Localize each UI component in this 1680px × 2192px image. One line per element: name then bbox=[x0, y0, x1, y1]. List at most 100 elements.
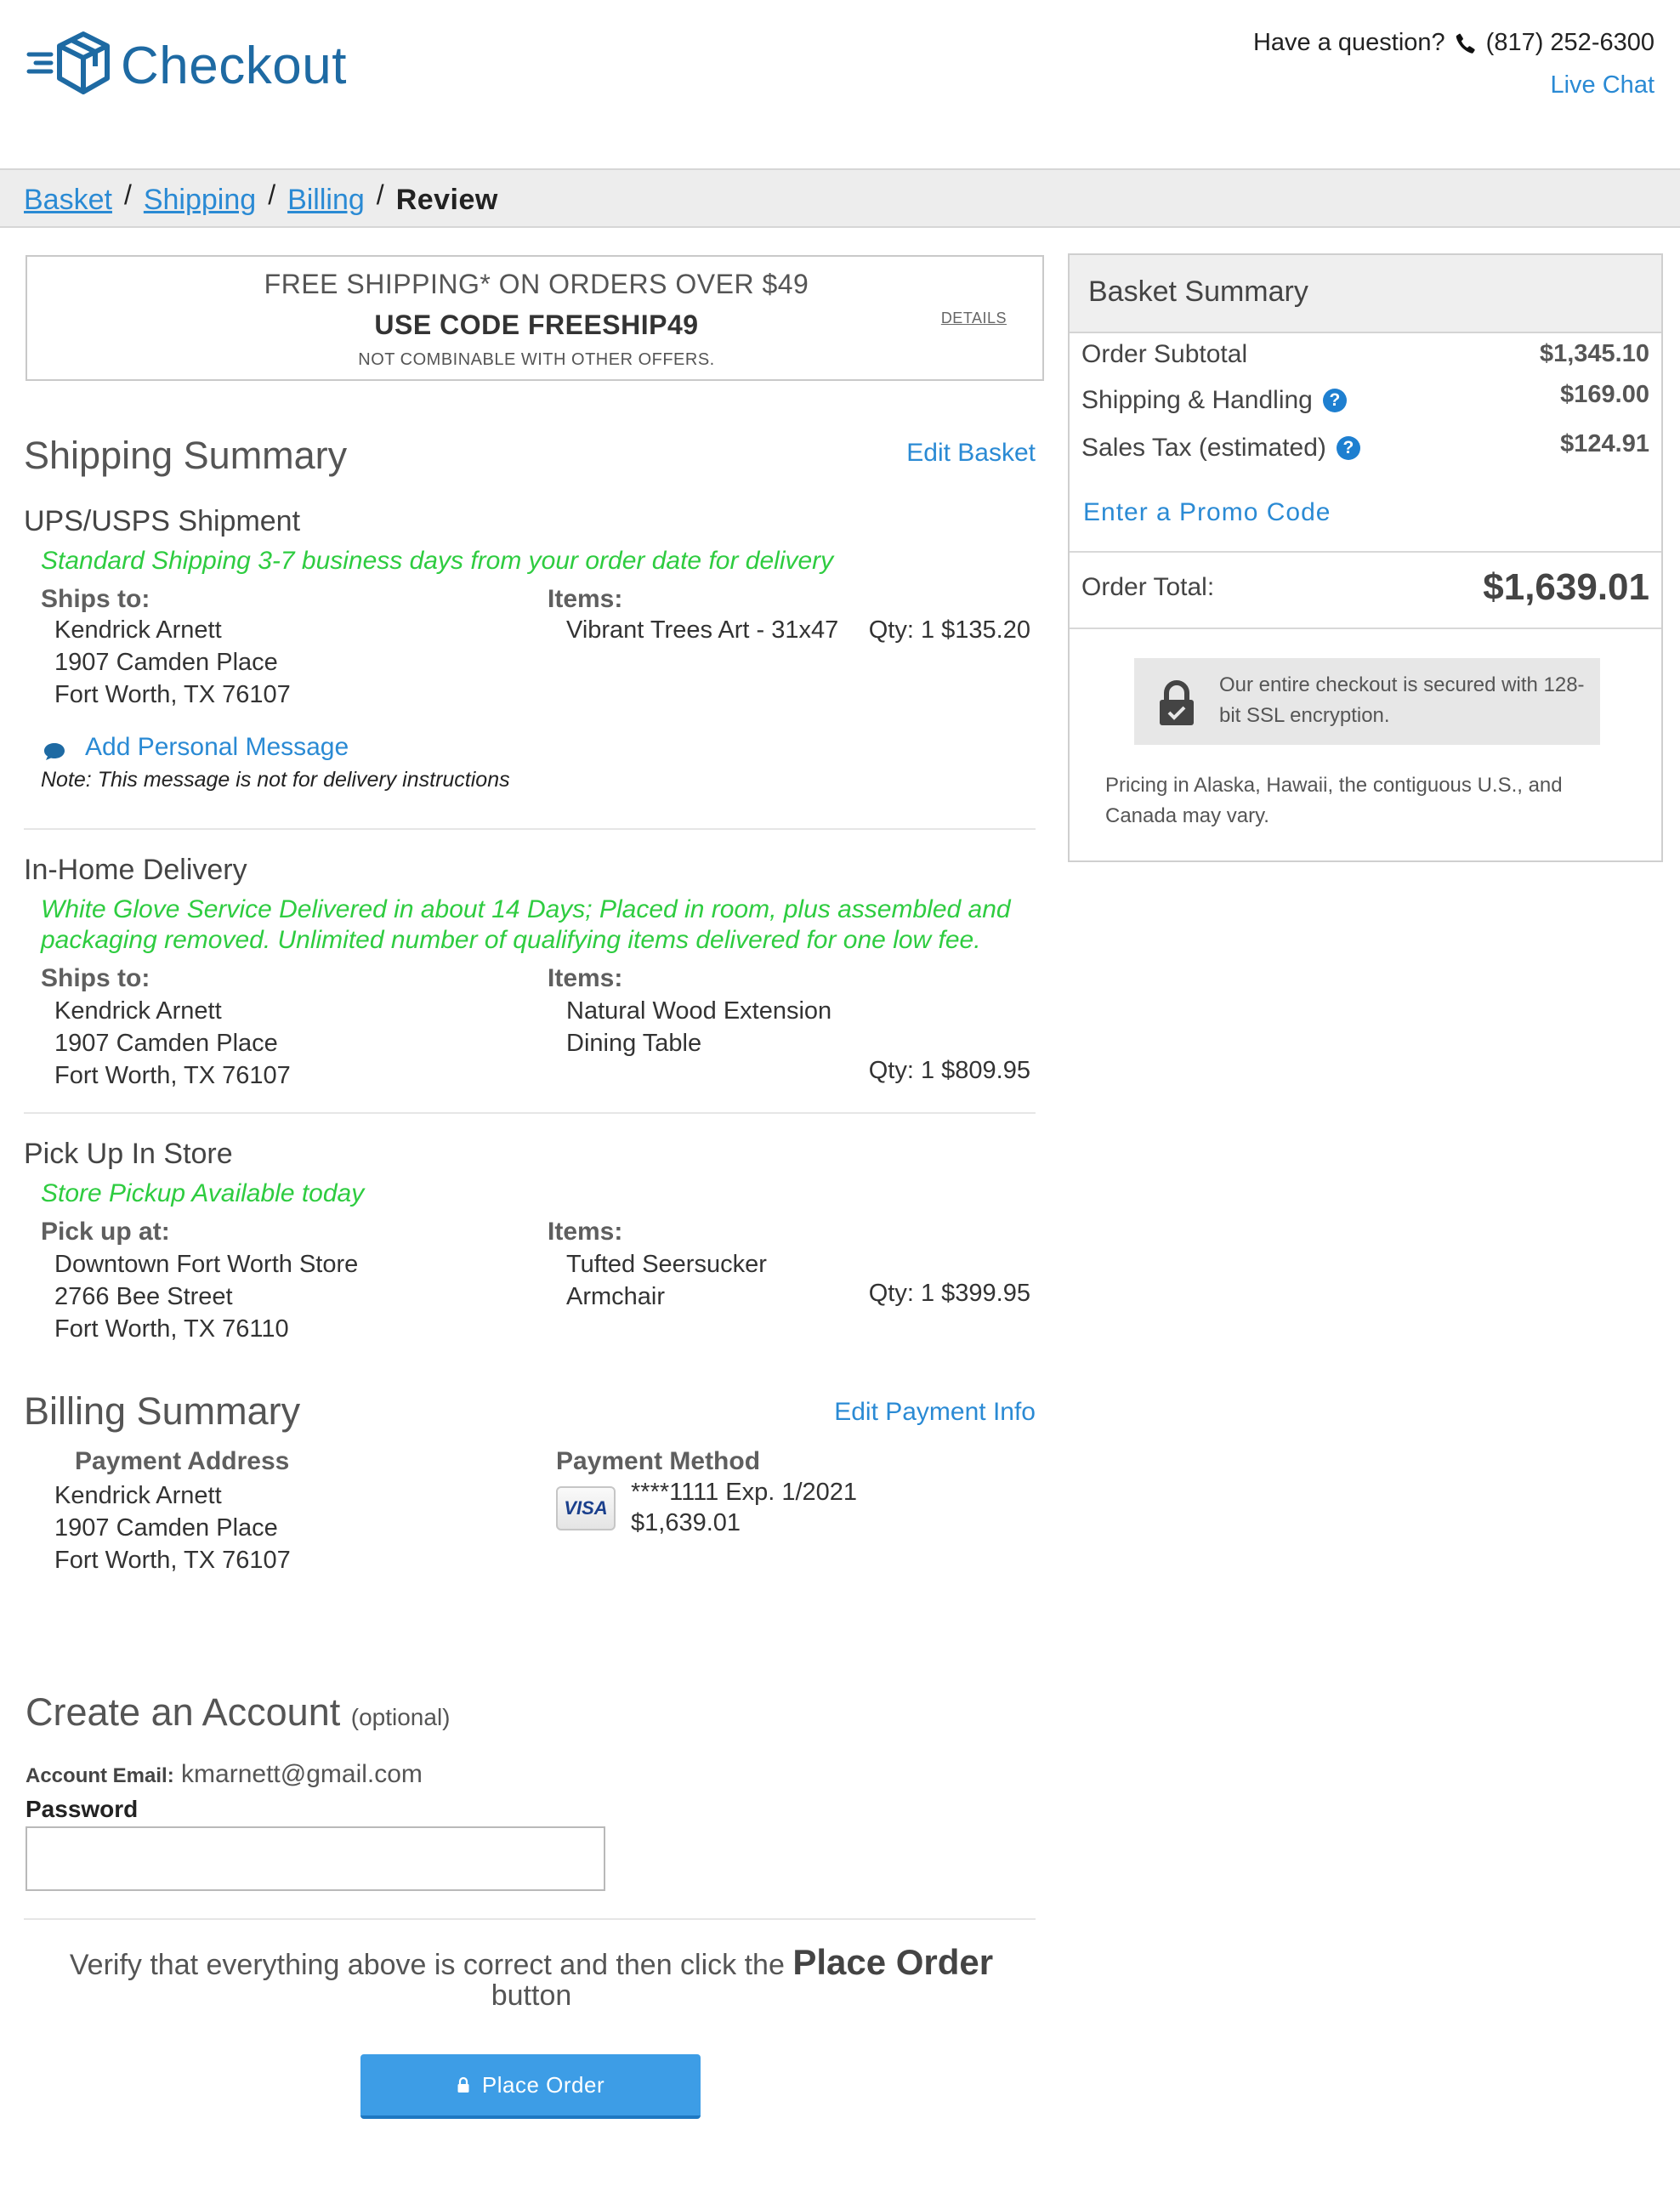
summary-divider bbox=[1070, 551, 1661, 553]
verify-text: Verify that everything above is correct … bbox=[69, 1949, 785, 1981]
ships-to-label: Ships to: bbox=[41, 964, 150, 992]
place-order-button[interactable]: Place Order bbox=[360, 2054, 701, 2119]
payment-amount: $1,639.01 bbox=[631, 1509, 741, 1536]
shipping-method: Store Pickup Available today bbox=[41, 1179, 365, 1207]
store-street: 2766 Bee Street bbox=[54, 1283, 233, 1310]
breadcrumb-shipping[interactable]: Shipping bbox=[144, 184, 256, 217]
basket-summary-title: Basket Summary bbox=[1088, 275, 1308, 308]
help-phone: Have a question? (817) 252-6300 bbox=[1253, 29, 1654, 57]
shipping-summary-title: Shipping Summary bbox=[24, 434, 348, 477]
password-input[interactable] bbox=[26, 1826, 605, 1891]
ship-address-street: 1907 Camden Place bbox=[54, 1030, 278, 1057]
ship-address-street: 1907 Camden Place bbox=[54, 649, 278, 676]
message-note: Note: This message is not for delivery i… bbox=[41, 768, 510, 792]
breadcrumb-separator: / bbox=[376, 179, 384, 210]
order-total-value: $1,639.01 bbox=[1483, 566, 1649, 608]
live-chat-link[interactable]: Live Chat bbox=[1550, 71, 1654, 99]
ships-to-label: Ships to: bbox=[41, 585, 150, 613]
verify-text-after: button bbox=[491, 1979, 572, 2012]
create-account-title: Create an Account (optional) bbox=[26, 1690, 451, 1735]
summary-row-label: Sales Tax (estimated) bbox=[1081, 434, 1326, 462]
ship-address-name: Kendrick Arnett bbox=[54, 997, 222, 1025]
brand-logo[interactable]: Checkout bbox=[26, 29, 347, 102]
help-icon[interactable]: ? bbox=[1336, 436, 1360, 460]
question-text: Have a question? bbox=[1252, 29, 1445, 56]
breadcrumb-separator: / bbox=[123, 179, 132, 210]
sales-tax-value: $124.91 bbox=[1560, 430, 1649, 457]
items-label: Items: bbox=[548, 585, 623, 613]
verify-emphasis: Place Order bbox=[792, 1942, 994, 1982]
promo-disclaimer: NOT COMBINABLE WITH OTHER OFFERS. bbox=[358, 350, 715, 369]
free-shipping-banner: FREE SHIPPING* ON ORDERS OVER $49 USE CO… bbox=[26, 255, 1044, 381]
shipping-method: Standard Shipping 3-7 business days from… bbox=[41, 547, 834, 575]
item-qty-price: Qty: 1 $135.20 bbox=[868, 616, 1030, 644]
breadcrumb-basket[interactable]: Basket bbox=[24, 184, 112, 217]
store-city: Fort Worth, TX 76110 bbox=[54, 1315, 289, 1343]
order-subtotal-value: $1,345.10 bbox=[1539, 340, 1649, 367]
item-name-line1: Natural Wood Extension bbox=[566, 997, 832, 1025]
item-name: Vibrant Trees Art - 31x47 bbox=[566, 616, 839, 644]
account-email-label: Account Email: bbox=[26, 1764, 174, 1787]
ssl-secure-notice: Our entire checkout is secured with 128-… bbox=[1134, 658, 1600, 745]
section-divider bbox=[24, 1112, 1036, 1114]
summary-row-label: Order Subtotal bbox=[1081, 340, 1248, 368]
item-name-line2: Dining Table bbox=[566, 1030, 702, 1057]
verify-instructions: Verify that everything above is correct … bbox=[26, 1945, 1037, 2012]
item-qty-price: Qty: 1 $399.95 bbox=[868, 1280, 1030, 1307]
enter-promo-code-link[interactable]: Enter a Promo Code bbox=[1083, 498, 1331, 527]
pricing-note: Pricing in Alaska, Hawaii, the contiguou… bbox=[1105, 774, 1563, 827]
chat-bubble-icon bbox=[44, 743, 65, 760]
brand-title: Checkout bbox=[121, 36, 347, 95]
password-label: Password bbox=[26, 1796, 139, 1822]
phone-number[interactable]: (817) 252-6300 bbox=[1486, 29, 1654, 57]
phone-icon bbox=[1456, 33, 1475, 54]
breadcrumb-separator: / bbox=[268, 179, 276, 210]
billing-address-street: 1907 Camden Place bbox=[54, 1514, 278, 1542]
padlock-icon bbox=[1160, 680, 1194, 725]
items-label: Items: bbox=[548, 964, 623, 992]
account-email: Account Email: kmarnett@gmail.com bbox=[26, 1760, 423, 1789]
shipping-handling-label: Shipping & Handling ? bbox=[1081, 386, 1347, 415]
edit-payment-info-link[interactable]: Edit Payment Info bbox=[834, 1398, 1036, 1427]
order-total-label: Order Total: bbox=[1081, 573, 1215, 601]
billing-address-name: Kendrick Arnett bbox=[54, 1482, 222, 1509]
shipment-name: In-Home Delivery bbox=[24, 854, 247, 886]
promo-details-link[interactable]: DETAILS bbox=[941, 309, 1007, 327]
basket-summary-panel: Basket Summary Order Subtotal $1,345.10 … bbox=[1068, 253, 1663, 862]
payment-method-label: Payment Method bbox=[556, 1447, 761, 1475]
card-number: ****1111 Exp. 1/2021 bbox=[631, 1479, 858, 1506]
billing-summary-title: Billing Summary bbox=[24, 1389, 301, 1433]
ssl-secure-text: Our entire checkout is secured with 128-… bbox=[1219, 673, 1585, 727]
shipment-name: Pick Up In Store bbox=[24, 1138, 233, 1170]
pick-up-label: Pick up at: bbox=[41, 1218, 170, 1246]
shipping-method-line2: packaging removed. Unlimited number of q… bbox=[41, 926, 981, 954]
store-name: Downtown Fort Worth Store bbox=[54, 1251, 359, 1278]
lock-icon bbox=[457, 2076, 469, 2093]
summary-divider bbox=[1070, 628, 1661, 629]
ship-address-city: Fort Worth, TX 76107 bbox=[54, 1062, 291, 1089]
payment-address-label: Payment Address bbox=[75, 1447, 290, 1475]
basket-summary-header: Basket Summary bbox=[1070, 255, 1661, 333]
promo-headline: FREE SHIPPING* ON ORDERS OVER $49 bbox=[264, 269, 809, 299]
order-subtotal-label: Order Subtotal bbox=[1081, 340, 1247, 369]
help-icon[interactable]: ? bbox=[1322, 389, 1347, 412]
shipping-handling-value: $169.00 bbox=[1560, 381, 1649, 408]
breadcrumb-billing[interactable]: Billing bbox=[287, 184, 365, 217]
shipment-name: UPS/USPS Shipment bbox=[24, 505, 301, 537]
items-label: Items: bbox=[548, 1218, 623, 1246]
billing-address-city: Fort Worth, TX 76107 bbox=[54, 1547, 291, 1574]
visa-card-icon: VISA bbox=[556, 1486, 616, 1530]
summary-row-label: Shipping & Handling bbox=[1081, 386, 1313, 414]
item-name-line2: Armchair bbox=[566, 1283, 666, 1310]
create-account-heading: Create an Account bbox=[26, 1690, 341, 1734]
item-qty-price: Qty: 1 $809.95 bbox=[868, 1057, 1030, 1084]
breadcrumb-bar: Basket / Shipping / Billing / Review bbox=[0, 168, 1680, 228]
edit-basket-link[interactable]: Edit Basket bbox=[906, 439, 1036, 468]
section-divider bbox=[24, 1918, 1036, 1920]
add-personal-message-link[interactable]: Add Personal Message bbox=[85, 733, 349, 762]
place-order-label: Place Order bbox=[481, 2071, 605, 2098]
ship-address-name: Kendrick Arnett bbox=[54, 616, 222, 644]
box-logo-icon bbox=[26, 31, 110, 94]
section-divider bbox=[24, 828, 1036, 830]
item-name-line1: Tufted Seersucker bbox=[566, 1251, 767, 1278]
